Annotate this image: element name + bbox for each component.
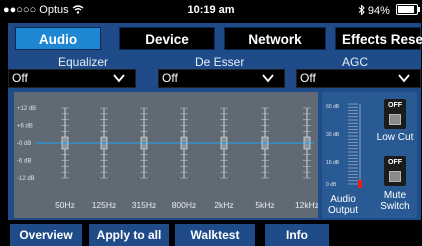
toggle-knob <box>389 114 401 125</box>
chevron-down-icon <box>113 74 125 83</box>
equalizer-dropdown[interactable]: Off <box>8 69 136 88</box>
status-right: 94% <box>358 4 420 17</box>
low-cut-toggle[interactable]: OFF <box>384 99 406 129</box>
overview-button[interactable]: Overview <box>10 224 82 246</box>
eq-band-label: 12kHz <box>295 200 318 210</box>
meter-scale-label: 30 dB <box>326 132 340 138</box>
db-scale-label: +6 dB <box>17 124 33 130</box>
bottom-bar: Overview Apply to all Walktest Info <box>0 222 422 246</box>
mute-switch-label: Mute Switch <box>380 190 410 212</box>
eq-band-label: 2kHz <box>214 200 233 210</box>
agc-label: AGC <box>342 55 369 69</box>
audio-output-label: Audio Output <box>327 194 359 216</box>
effects-reset-button[interactable]: Effects Reset <box>335 27 422 50</box>
equalizer-label: Equalizer <box>58 55 109 69</box>
battery-icon <box>396 4 420 15</box>
eq-band-label: 125Hz <box>92 200 117 210</box>
status-bar: ●●○○○ Optus 10:19 am 94% <box>0 0 422 20</box>
info-button[interactable]: Info <box>265 224 329 246</box>
agc-dropdown[interactable]: Off <box>296 69 421 88</box>
tab-audio[interactable]: Audio <box>15 27 101 50</box>
db-scale-label: -12 dB <box>17 176 35 182</box>
mute-toggle[interactable]: OFF <box>384 156 406 186</box>
low-cut-label: Low Cut <box>376 132 414 143</box>
db-scale-label: -0 dB <box>17 141 31 147</box>
eq-band-label: 5kHz <box>255 200 274 210</box>
output-panel: 60 dB 30 dB 10 dB 0 dB Audio Output OFF Low… <box>322 92 417 218</box>
audio-panel: Audio Device Network Effects Reset Equal… <box>8 23 422 220</box>
eq-band-label: 800Hz <box>172 200 197 210</box>
eq-band-label: 315Hz <box>132 200 157 210</box>
mute-state: OFF <box>388 159 402 166</box>
chevron-down-icon <box>398 74 410 83</box>
meter-scale-label: 0 dB <box>326 182 337 188</box>
low-cut-state: OFF <box>388 102 402 109</box>
meter-scale-label: 60 dB <box>326 104 340 110</box>
tab-network[interactable]: Network <box>224 27 326 50</box>
equalizer-sliders: +12 dB +6 dB -0 dB -6 dB -12 dB 50Hz 125Hz 315H… <box>17 106 318 210</box>
tab-device[interactable]: Device <box>119 27 215 50</box>
battery-percent: 94% <box>367 5 390 17</box>
db-scale-label: -6 dB <box>17 159 31 165</box>
equalizer-graph: +12 dB +6 dB -0 dB -6 dB -12 dB 50Hz 125Hz 315H… <box>14 92 318 218</box>
chevron-down-icon <box>262 74 274 83</box>
apply-to-all-button[interactable]: Apply to all <box>89 224 169 246</box>
toggle-knob <box>389 171 401 182</box>
db-scale-label: +12 dB <box>17 106 36 112</box>
audio-output-meter: 60 dB 30 dB 10 dB 0 dB <box>326 103 362 188</box>
agc-value: Off <box>300 71 316 85</box>
meter-scale-label: 10 dB <box>326 160 340 166</box>
walktest-button[interactable]: Walktest <box>175 224 255 246</box>
equalizer-value: Off <box>12 71 28 85</box>
eq-band-label: 50Hz <box>55 200 75 210</box>
bluetooth-icon <box>358 4 365 16</box>
de-esser-label: De Esser <box>195 55 245 69</box>
de-esser-dropdown[interactable]: Off <box>158 69 285 88</box>
de-esser-value: Off <box>162 71 178 85</box>
meter-level <box>358 180 362 188</box>
